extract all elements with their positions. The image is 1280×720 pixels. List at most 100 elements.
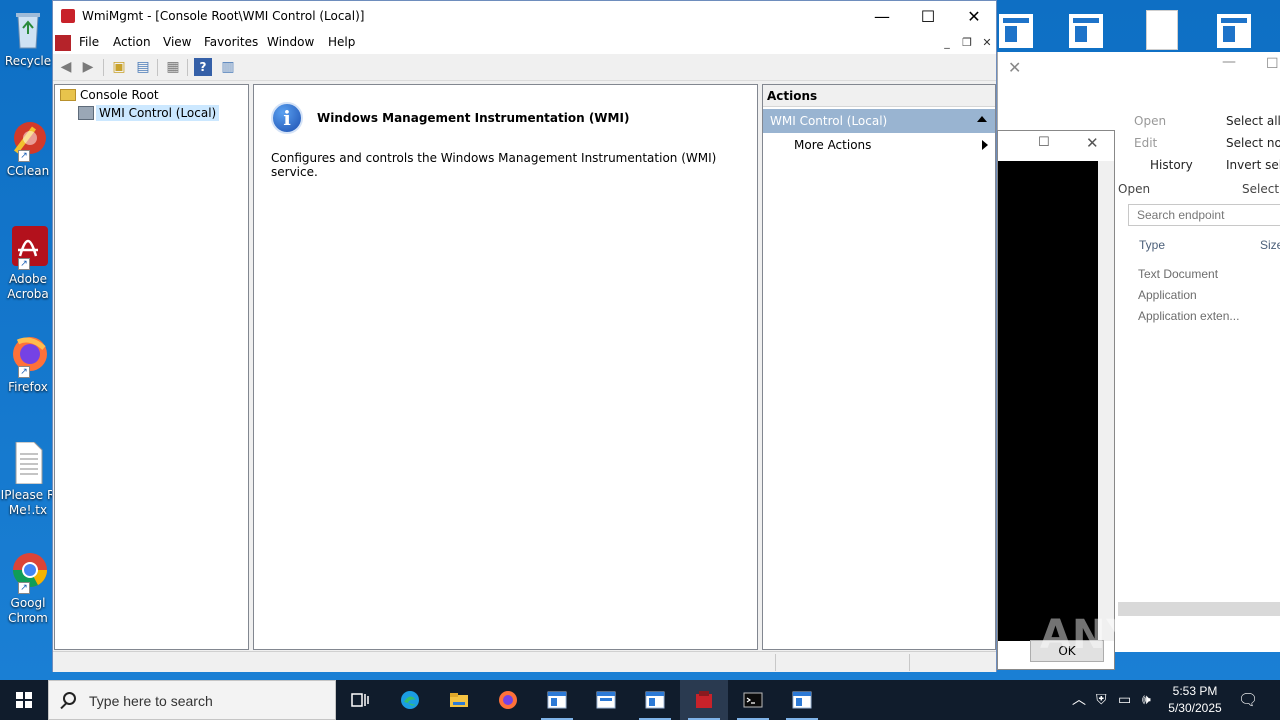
show-action-pane-icon[interactable]: ▥ <box>219 58 237 76</box>
start-button[interactable] <box>0 680 48 720</box>
mmc-window: WmiMgmt - [Console Root\WMI Control (Loc… <box>52 0 997 672</box>
toolbar-separator <box>103 59 104 76</box>
menu-view[interactable]: View <box>163 35 191 49</box>
task-view-button[interactable] <box>336 680 384 720</box>
menu-help[interactable]: Help <box>328 35 355 49</box>
taskbar-search-box[interactable]: Type here to search <box>48 680 336 720</box>
chrome-icon: ↗ <box>8 550 48 594</box>
desktop-icon-adobe-acrobat[interactable]: ↗ Adobe Acroba <box>0 226 56 302</box>
taskbar-window-1[interactable] <box>533 680 581 720</box>
column-header-size[interactable]: Size <box>1260 238 1280 252</box>
menu-action[interactable]: Action <box>113 35 151 49</box>
notification-icon[interactable]: 🗨 <box>1238 680 1258 720</box>
actions-section-wmi-control[interactable]: WMI Control (Local) <box>763 109 995 133</box>
shortcut-arrow-icon: ↗ <box>18 258 30 270</box>
tree-node-wmi-control[interactable]: WMI Control (Local) <box>96 105 220 121</box>
watermark-logo: ANY.RUN <box>1040 612 1246 658</box>
tray-network-icon[interactable]: ▭ <box>1118 680 1131 720</box>
tray-security-icon[interactable]: ⛨ <box>1096 680 1107 720</box>
taskbar-firefox[interactable] <box>484 680 532 720</box>
tray-chevron-icon[interactable]: ︿ <box>1072 680 1086 720</box>
status-bar <box>53 651 996 672</box>
snapin-title: Windows Management Instrumentation (WMI) <box>317 111 630 125</box>
ribbon-history[interactable]: History <box>1150 158 1193 172</box>
tray-volume-icon[interactable]: 🕪 <box>1142 680 1151 720</box>
info-icon: i <box>271 102 303 134</box>
toolbar-separator <box>157 59 158 76</box>
clock-time: 5:53 PM <box>1172 684 1218 698</box>
close-button[interactable]: ✕ <box>951 1 997 32</box>
desktop-icon-firefox[interactable]: ↗ Firefox <box>0 334 56 395</box>
taskbar-window-2[interactable] <box>582 680 630 720</box>
title-bar[interactable]: WmiMgmt - [Console Root\WMI Control (Loc… <box>53 1 996 32</box>
help-icon[interactable]: ? <box>194 58 212 76</box>
desktop-icon-recycle-bin[interactable]: Recycle <box>0 8 56 69</box>
close-icon[interactable]: ✕ <box>1086 134 1099 152</box>
menu-favorites[interactable]: Favorites <box>204 35 258 49</box>
ribbon-select-none[interactable]: Select non <box>1226 136 1280 150</box>
firefox-icon: ↗ <box>8 334 48 378</box>
actions-pane: Actions WMI Control (Local) More Actions <box>762 84 996 650</box>
desktop-icon-label: Googl Chrom <box>8 596 48 625</box>
vertical-scrollbar[interactable] <box>1098 161 1114 641</box>
desktop-icon-label: CClean <box>6 164 50 178</box>
firefox-icon <box>499 691 517 709</box>
adobe-acrobat-icon: ↗ <box>8 226 48 270</box>
submenu-arrow-icon <box>982 140 988 150</box>
tree-node-console-root[interactable]: Console Root <box>80 88 159 102</box>
taskbar-edge[interactable] <box>386 680 434 720</box>
background-console-window[interactable]: ☐ ✕ <box>997 130 1115 670</box>
desktop: Recycle ↗ CClean ↗ Adobe Acroba ↗ Firefo… <box>0 0 1280 680</box>
file-row-type[interactable]: Application <box>1138 288 1197 302</box>
forward-arrow-icon[interactable]: ▶ <box>79 58 97 76</box>
ccleaner-icon: ↗ <box>8 118 48 162</box>
desktop-icon-chrome[interactable]: ↗ Googl Chrom <box>0 550 56 626</box>
taskbar-wmimgmt[interactable] <box>680 680 728 720</box>
column-header-type[interactable]: Type <box>1139 238 1165 252</box>
clock-date: 5/30/2025 <box>1168 701 1222 715</box>
shortcut-arrow-icon: ↗ <box>18 150 30 162</box>
maximize-icon[interactable]: ☐ <box>1038 135 1050 150</box>
search-input[interactable]: Search endpoint <box>1128 204 1280 226</box>
taskbar-window-3[interactable] <box>631 680 679 720</box>
menu-file[interactable]: File <box>79 35 99 49</box>
minimize-icon[interactable]: — <box>1222 54 1236 70</box>
window-title: WmiMgmt - [Console Root\WMI Control (Loc… <box>82 9 365 23</box>
taskbar-window-4[interactable] <box>778 680 826 720</box>
child-restore-icon[interactable]: ❐ <box>959 36 975 52</box>
back-arrow-icon[interactable]: ◀ <box>57 58 75 76</box>
file-row-type[interactable]: Text Document <box>1138 267 1218 281</box>
text-document-icon <box>8 441 48 485</box>
app-window-icon <box>596 691 616 709</box>
close-icon[interactable]: ✕ <box>1008 58 1021 77</box>
app-window-icon <box>645 691 665 709</box>
snapin-description: Configures and controls the Windows Mana… <box>271 151 717 179</box>
maximize-button[interactable]: ☐ <box>905 1 951 32</box>
up-folder-icon[interactable]: ▣ <box>110 58 128 76</box>
app-window-icon <box>547 691 567 709</box>
ribbon-invert-selection[interactable]: Invert selec <box>1226 158 1280 172</box>
taskbar-file-explorer[interactable] <box>435 680 483 720</box>
child-close-icon[interactable]: ✕ <box>979 36 995 52</box>
desktop-icon-ccleaner[interactable]: ↗ CClean <box>0 118 56 179</box>
file-row-type[interactable]: Application exten... <box>1138 309 1239 323</box>
desktop-icon-text-file[interactable]: IPlease R Me!.tx <box>0 441 56 518</box>
menu-window[interactable]: Window <box>267 35 314 49</box>
maximize-icon[interactable]: ☐ <box>1266 56 1279 72</box>
ribbon-select-all[interactable]: Select all <box>1226 114 1280 128</box>
collapse-triangle-icon[interactable] <box>977 116 987 122</box>
child-minimize-icon[interactable]: _ <box>939 36 955 52</box>
taskbar-search-placeholder: Type here to search <box>89 693 213 709</box>
more-actions-item[interactable]: More Actions <box>794 138 871 152</box>
desktop-icon-label: Adobe Acroba <box>7 272 49 301</box>
properties-icon[interactable]: ▦ <box>164 58 182 76</box>
folder-icon <box>60 89 76 101</box>
taskbar-command-prompt[interactable] <box>729 680 777 720</box>
ribbon-open[interactable]: Open <box>1134 114 1166 128</box>
ribbon-edit[interactable]: Edit <box>1134 136 1157 150</box>
show-hide-tree-icon[interactable]: ▤ <box>134 58 152 76</box>
console-output <box>998 161 1100 641</box>
taskbar-clock[interactable]: 5:53 PM 5/30/2025 <box>1160 683 1230 717</box>
console-icon[interactable] <box>55 35 71 51</box>
minimize-button[interactable]: — <box>859 1 905 32</box>
